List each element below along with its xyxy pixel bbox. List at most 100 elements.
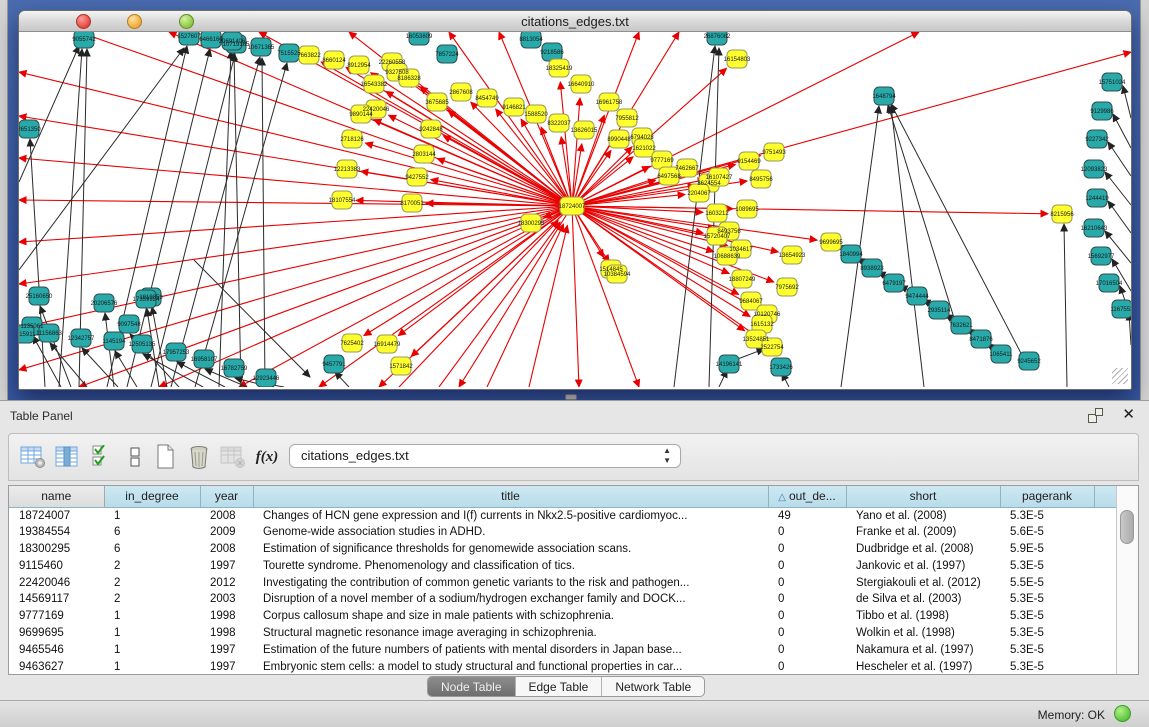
table-cell[interactable]: 1997 [200,641,253,658]
table-cell[interactable]: Investigating the contribution of common… [253,574,768,591]
scrollbar-thumb[interactable] [1120,510,1134,544]
table-cell[interactable]: 5.3E-5 [1000,608,1094,625]
table-row[interactable]: 969969511998Structural magnetic resonanc… [9,625,1118,642]
table-cell[interactable]: Stergiakouli et al. (2012) [846,574,1000,591]
table-cell[interactable]: 14569117 [9,591,104,608]
table-cell[interactable]: Disruption of a novel member of a sodium… [253,591,768,608]
table-cell[interactable] [1094,574,1118,591]
table-cell[interactable]: Dudbridge et al. (2008) [846,541,1000,558]
table-cell[interactable]: 5.5E-5 [1000,574,1094,591]
table-select-dropdown[interactable]: citations_edges.txt ▲▼ [289,444,681,468]
table-cell[interactable]: 18724007 [9,507,104,524]
table-cell[interactable]: 0 [768,608,846,625]
table-cell[interactable]: 5.6E-5 [1000,524,1094,541]
table-cell[interactable]: 9115460 [9,557,104,574]
table-cell[interactable]: Corpus callosum shape and size in male p… [253,608,768,625]
table-cell[interactable]: 1997 [200,658,253,675]
table-cell[interactable] [1094,557,1118,574]
column-header-title[interactable]: title [253,486,768,507]
table-cell[interactable]: 0 [768,658,846,675]
table-cell[interactable]: 1 [104,658,200,675]
memory-ok-indicator[interactable] [1114,705,1131,722]
table-cell[interactable]: 0 [768,625,846,642]
table-cell[interactable]: 2 [104,574,200,591]
network-window-titlebar[interactable]: citations_edges.txt [19,11,1131,32]
table-cell[interactable]: Changes of HCN gene expression and I(f) … [253,507,768,524]
table-cell[interactable]: 0 [768,541,846,558]
table-cell[interactable]: 5.3E-5 [1000,507,1094,524]
column-header-year[interactable]: year [200,486,253,507]
table-cell[interactable]: 1 [104,625,200,642]
tab-network-table[interactable]: Network Table [602,677,704,696]
table-cell[interactable] [1094,641,1118,658]
table-cell[interactable]: 9777169 [9,608,104,625]
table-cell[interactable]: 6 [104,541,200,558]
table-row[interactable]: 977716911998Corpus callosum shape and si… [9,608,1118,625]
table-cell[interactable]: 2008 [200,541,253,558]
table-cell[interactable]: Jankovic et al. (1997) [846,557,1000,574]
table-cell[interactable]: Tourette syndrome. Phenomenology and cla… [253,557,768,574]
table-options-icon[interactable] [19,443,47,471]
table-cell[interactable]: 2 [104,591,200,608]
table-cell[interactable]: Wolkin et al. (1998) [846,625,1000,642]
table-cell[interactable]: 49 [768,507,846,524]
table-cell[interactable]: 1 [104,507,200,524]
network-canvas-area[interactable]: 9055742152760764661601071918510671365751… [19,32,1131,387]
table-cell[interactable]: 0 [768,557,846,574]
table-cell[interactable]: Genome-wide association studies in ADHD. [253,524,768,541]
table-cell[interactable] [1094,541,1118,558]
column-header-name[interactable]: name [9,486,104,507]
window-resize-grip[interactable] [1112,368,1128,384]
table-cell[interactable]: Franke et al. (2009) [846,524,1000,541]
table-row[interactable]: 946554611997Estimation of the future num… [9,641,1118,658]
table-row[interactable]: 2242004622012Investigating the contribut… [9,574,1118,591]
table-row[interactable]: 946362711997Embryonic stem cells: a mode… [9,658,1118,675]
column-header-in-degree[interactable]: in_degree [104,486,200,507]
panel-close-icon[interactable]: ✕ [1122,405,1135,423]
table-cell[interactable]: 2 [104,557,200,574]
table-cell[interactable]: 5.3E-5 [1000,658,1094,675]
table-cell[interactable]: 22420046 [9,574,104,591]
table-cell[interactable]: Hescheler et al. (1997) [846,658,1000,675]
table-cell[interactable]: 5.3E-5 [1000,591,1094,608]
table-row[interactable]: 911546021997Tourette syndrome. Phenomeno… [9,557,1118,574]
row-height-icon[interactable] [121,443,149,471]
table-cell[interactable]: 6 [104,524,200,541]
table-cell[interactable] [1094,625,1118,642]
table-cell[interactable]: 5.3E-5 [1000,625,1094,642]
table-cell[interactable]: 5.3E-5 [1000,557,1094,574]
table-cell[interactable]: 1998 [200,608,253,625]
table-cell[interactable]: Yano et al. (2008) [846,507,1000,524]
table-cell[interactable]: Nakamura et al. (1997) [846,641,1000,658]
table-cell[interactable] [1094,591,1118,608]
table-cell[interactable]: 0 [768,641,846,658]
table-cell[interactable]: 18300295 [9,541,104,558]
table-cell[interactable]: 1997 [200,557,253,574]
table-cell[interactable] [1094,608,1118,625]
table-cell[interactable]: 0 [768,574,846,591]
table-cell[interactable]: 9463627 [9,658,104,675]
table-cell[interactable]: Estimation of significance thresholds fo… [253,541,768,558]
table-cell[interactable]: Embryonic stem cells: a model to study s… [253,658,768,675]
table-cell[interactable] [1094,658,1118,675]
table-cell[interactable]: 0 [768,524,846,541]
table-cell[interactable]: Tibbo et al. (1998) [846,608,1000,625]
table-cell[interactable]: Estimation of the future numbers of pati… [253,641,768,658]
tab-edge-table[interactable]: Edge Table [516,677,603,696]
column-header-pagerank[interactable]: pagerank [1000,486,1094,507]
table-row[interactable]: 1830029562008Estimation of significance … [9,541,1118,558]
table-row[interactable]: 1456911722003Disruption of a novel membe… [9,591,1118,608]
table-cell[interactable]: 19384554 [9,524,104,541]
delete-column-icon[interactable] [185,443,213,471]
select-mode-icon[interactable] [89,443,117,471]
table-cell[interactable]: 9465546 [9,641,104,658]
table-cell[interactable]: 2008 [200,507,253,524]
table-vertical-scrollbar[interactable] [1116,486,1138,674]
table-cell[interactable] [1094,507,1118,524]
table-cell[interactable]: 0 [768,591,846,608]
table-cell[interactable] [1094,524,1118,541]
function-builder-icon[interactable]: f(x) [253,443,281,471]
table-cell[interactable]: 9699695 [9,625,104,642]
column-header-short[interactable]: short [846,486,1000,507]
new-column-icon[interactable] [151,443,179,471]
